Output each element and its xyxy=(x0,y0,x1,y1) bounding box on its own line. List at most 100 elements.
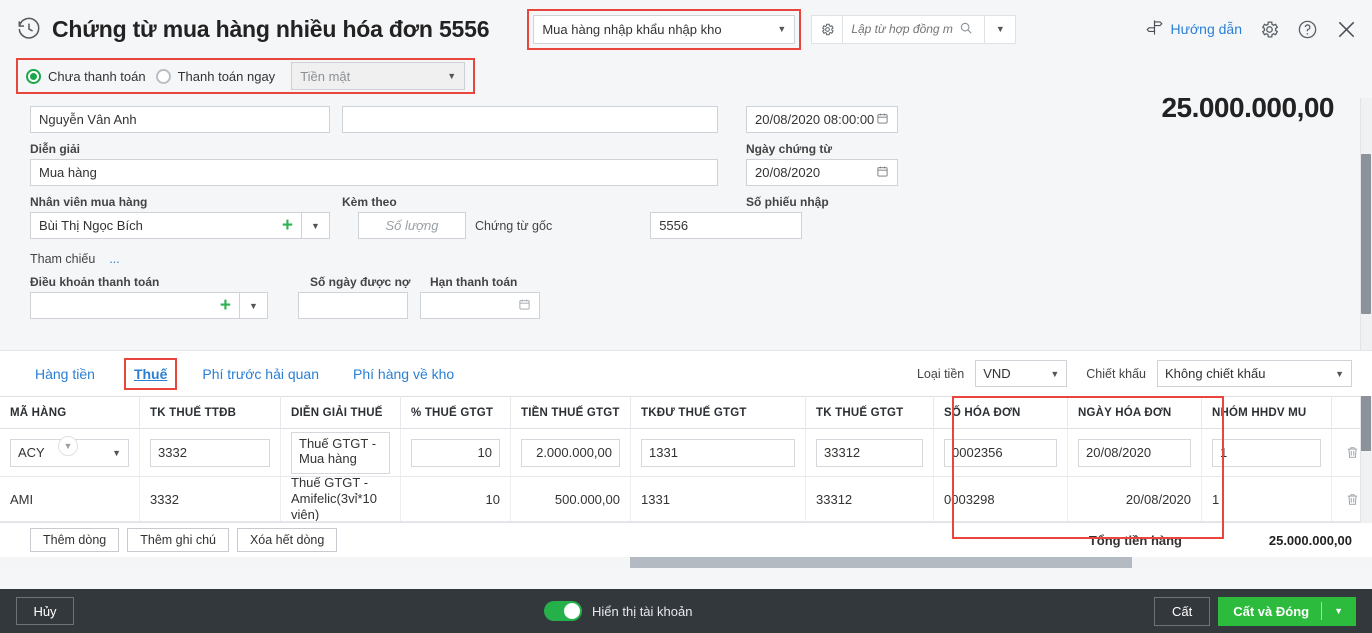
radio-pay-now-icon[interactable] xyxy=(156,69,171,84)
hscroll-thumb[interactable] xyxy=(630,557,1132,568)
due-date-field[interactable] xyxy=(420,292,540,319)
form-row-3: Bùi Thị Ngọc Bích + ▼ Số lượng Chứng từ … xyxy=(30,212,1352,239)
tk-gtgt-input[interactable]: 33312 xyxy=(816,439,923,467)
form-vertical-scrollbar[interactable] xyxy=(1360,98,1372,350)
payment-method-select[interactable]: Tiền mật ▼ xyxy=(291,62,465,90)
contract-search-box[interactable] xyxy=(843,15,985,44)
receipt-no-field[interactable]: 5556 xyxy=(650,212,802,239)
calendar-icon[interactable] xyxy=(518,298,531,314)
cell-ma-hang[interactable]: AMI xyxy=(0,477,140,521)
add-row-button[interactable]: Thêm dòng xyxy=(30,528,119,552)
cell-nhom-hhdv[interactable]: 1 xyxy=(1202,477,1332,521)
reference-dots[interactable]: ... xyxy=(109,252,119,266)
tkdu-gtgt-input[interactable]: 1331 xyxy=(641,439,795,467)
save-and-close-button[interactable]: Cất và Đóng ▼ xyxy=(1218,597,1356,626)
col-header-tk-ttdb[interactable]: TK THUẾ TTĐB xyxy=(140,396,281,429)
tab-phi-hang-ve-kho[interactable]: Phí hàng về kho xyxy=(348,363,459,385)
nhom-hhdv-input[interactable]: 1 xyxy=(1212,439,1321,467)
col-header-tkdu-gtgt[interactable]: TKĐƯ THUẾ GTGT xyxy=(631,396,806,429)
tab-phi-truoc-hai-quan[interactable]: Phí trước hải quan xyxy=(197,363,324,385)
table-row[interactable]: ACY ▼ 3332 Thuế GTGT - Mua hàng 10 2.000… xyxy=(0,429,1372,477)
cell-so-hoa-don[interactable]: 0002356 xyxy=(934,429,1068,476)
col-header-tk-gtgt[interactable]: TK THUẾ GTGT xyxy=(806,396,934,429)
credit-days-field[interactable] xyxy=(298,292,408,319)
table-horizontal-scrollbar[interactable] xyxy=(0,557,1372,568)
cell-tk-ttdb[interactable]: 3332 xyxy=(140,429,281,476)
supplier-name-field[interactable]: Nguyễn Vân Anh xyxy=(30,106,330,133)
cell-pct-gtgt[interactable]: 10 xyxy=(401,477,511,521)
payment-term-field[interactable]: + xyxy=(30,292,240,319)
ngay-hoa-don-input[interactable]: 20/08/2020 xyxy=(1078,439,1191,467)
employee-field[interactable]: Bùi Thị Ngọc Bích + xyxy=(30,212,302,239)
doc-type-select[interactable]: Mua hàng nhập khẩu nhập kho ▼ xyxy=(533,15,795,44)
col-header-ma-hang[interactable]: MÃ HÀNG xyxy=(0,396,140,429)
description-field[interactable]: Mua hàng xyxy=(30,159,718,186)
calendar-icon[interactable] xyxy=(876,112,889,128)
search-dropdown-button[interactable]: ▼ xyxy=(985,15,1016,44)
payment-term-dropdown-button[interactable]: ▼ xyxy=(240,292,268,319)
row-expander-icon[interactable]: ▼ xyxy=(58,436,78,456)
so-hoa-don-input[interactable]: 0002356 xyxy=(944,439,1057,467)
col-header-tien-gtgt[interactable]: TIỀN THUẾ GTGT xyxy=(511,396,631,429)
cell-nhom-hhdv[interactable]: 1 xyxy=(1202,429,1332,476)
cell-so-hoa-don[interactable]: 0003298 xyxy=(934,477,1068,521)
cell-tien-gtgt[interactable]: 2.000.000,00 xyxy=(511,429,631,476)
table-row[interactable]: AMI 3332 Thuế GTGT - Amifelic(3vỉ*10 viê… xyxy=(0,477,1372,522)
col-header-dien-giai[interactable]: DIỄN GIẢI THUẾ xyxy=(281,396,401,429)
cell-tk-ttdb[interactable]: 3332 xyxy=(140,477,281,521)
col-header-pct-gtgt[interactable]: % THUẾ GTGT xyxy=(401,396,511,429)
add-note-button[interactable]: Thêm ghi chú xyxy=(127,528,229,552)
cell-tk-gtgt[interactable]: 33312 xyxy=(806,429,934,476)
calendar-icon[interactable] xyxy=(876,165,889,181)
search-input[interactable] xyxy=(849,21,955,37)
supplier-extra-field[interactable] xyxy=(342,106,718,133)
table-vertical-scrollbar[interactable] xyxy=(1360,396,1372,523)
dien-giai-input[interactable]: Thuế GTGT - Mua hàng xyxy=(291,432,390,474)
chevron-down-icon[interactable]: ▼ xyxy=(1334,606,1356,616)
col-header-so-hoa-don[interactable]: SỐ HÓA ĐƠN xyxy=(934,396,1068,429)
cell-tkdu-gtgt[interactable]: 1331 xyxy=(631,477,806,521)
cell-dien-giai[interactable]: Thuế GTGT - Mua hàng xyxy=(281,429,401,476)
cell-tkdu-gtgt[interactable]: 1331 xyxy=(631,429,806,476)
radio-unpaid-icon[interactable] xyxy=(26,69,41,84)
col-header-nhom-hhdv[interactable]: NHÓM HHDV MU xyxy=(1202,396,1332,429)
add-icon[interactable]: + xyxy=(220,296,231,315)
chevron-down-icon: ▼ xyxy=(996,24,1005,34)
doc-date-field[interactable]: 20/08/2020 xyxy=(746,159,898,186)
cell-tk-gtgt[interactable]: 33312 xyxy=(806,477,934,521)
cell-tien-gtgt[interactable]: 500.000,00 xyxy=(511,477,631,521)
cell-dien-giai[interactable]: Thuế GTGT - Amifelic(3vỉ*10 viên) xyxy=(281,477,401,521)
guide-link[interactable]: Hướng dẫn xyxy=(1145,18,1242,40)
posted-datetime-field[interactable]: 20/08/2020 08:00:00 xyxy=(746,106,898,133)
pct-gtgt-input[interactable]: 10 xyxy=(411,439,500,467)
tien-gtgt-input[interactable]: 2.000.000,00 xyxy=(521,439,620,467)
close-icon[interactable] xyxy=(1335,18,1358,41)
form-row-2: Mua hàng 20/08/2020 xyxy=(30,159,1352,186)
show-accounts-toggle[interactable] xyxy=(544,601,582,621)
cell-ngay-hoa-don[interactable]: 20/08/2020 xyxy=(1068,429,1202,476)
cell-pct-gtgt[interactable]: 10 xyxy=(401,429,511,476)
settings-gear-button[interactable] xyxy=(811,15,843,44)
employee-dropdown-button[interactable]: ▼ xyxy=(302,212,330,239)
tab-hang-tien[interactable]: Hàng tiền xyxy=(30,363,100,385)
discount-select[interactable]: Không chiết khấu ▼ xyxy=(1157,360,1352,387)
radio-unpaid[interactable]: Chưa thanh toán xyxy=(26,69,146,84)
currency-select[interactable]: VND ▼ xyxy=(975,360,1067,387)
save-button[interactable]: Cất xyxy=(1154,597,1210,626)
search-icon[interactable] xyxy=(959,21,973,38)
add-icon[interactable]: + xyxy=(282,216,293,235)
clear-rows-button[interactable]: Xóa hết dòng xyxy=(237,528,337,552)
radio-pay-now[interactable]: Thanh toán ngay xyxy=(156,69,276,84)
help-icon[interactable] xyxy=(1297,19,1318,40)
col-header-ngay-hoa-don[interactable]: NGÀY HÓA ĐƠN xyxy=(1068,396,1202,429)
tk-ttdb-input[interactable]: 3332 xyxy=(150,439,270,467)
attachment-qty-field[interactable]: Số lượng xyxy=(358,212,466,239)
guide-label: Hướng dẫn xyxy=(1171,21,1242,37)
tab-thue[interactable]: Thuế xyxy=(129,363,172,385)
table-scrollbar-thumb[interactable] xyxy=(1361,396,1371,451)
cancel-button[interactable]: Hủy xyxy=(16,597,74,625)
settings-icon[interactable] xyxy=(1259,19,1280,40)
cell-ngay-hoa-don[interactable]: 20/08/2020 xyxy=(1068,477,1202,521)
show-accounts-toggle-group[interactable]: Hiển thị tài khoản xyxy=(544,601,692,621)
form-scrollbar-thumb[interactable] xyxy=(1361,154,1371,314)
